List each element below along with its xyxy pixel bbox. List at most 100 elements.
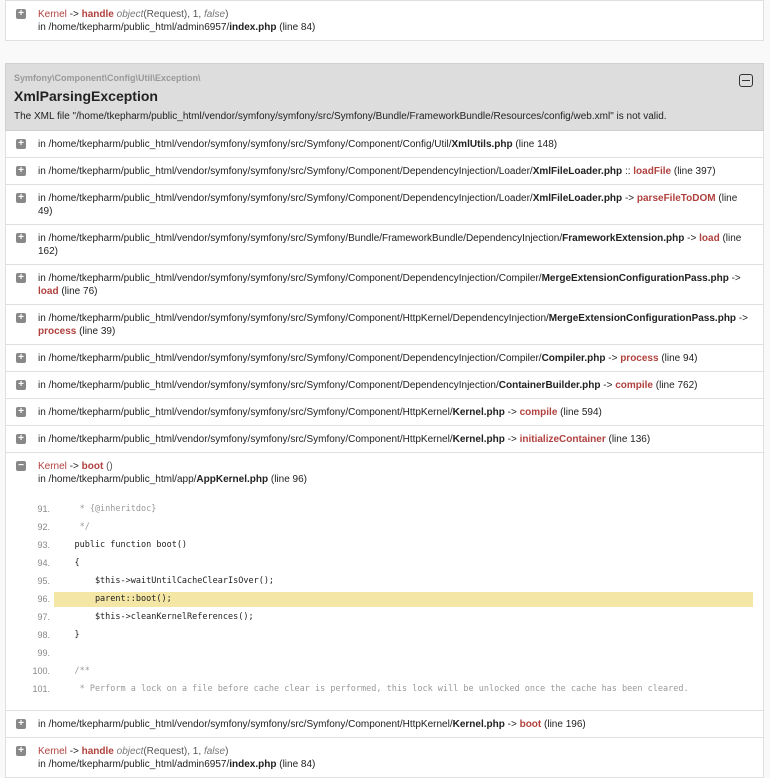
code-line: 101. * Perform a lock on a file before c… [6, 680, 753, 698]
code-line: 92. */ [6, 518, 753, 536]
code-text: public function boot() [54, 539, 188, 550]
function-name: process [620, 353, 659, 364]
code-text: * Perform a lock on a file before cache … [54, 683, 689, 694]
class-name: Kernel [38, 9, 67, 20]
expand-plus-icon[interactable]: + [16, 9, 26, 19]
code-line: 94. { [6, 554, 753, 572]
separator: -> [687, 233, 697, 244]
class-name: Kernel [38, 746, 67, 757]
line-number: (line 136) [608, 434, 651, 445]
separator: :: [624, 166, 631, 177]
line-number: 100. [32, 665, 50, 676]
line-number: (line 762) [655, 380, 698, 391]
separator: -> [69, 746, 79, 757]
function-name: load [699, 233, 720, 244]
function-name: load [38, 286, 59, 297]
code-line: 97. $this->cleanKernelReferences(); [6, 608, 753, 626]
file-dir: in /home/tkepharm/public_html/admin6957/ [38, 759, 230, 770]
trace-row: + in /home/tkepharm/public_html/vendor/s… [6, 131, 763, 158]
collapse-minus-icon[interactable] [739, 74, 753, 87]
trace-row: + in /home/tkepharm/public_html/vendor/s… [6, 372, 763, 399]
file-name: Kernel.php [452, 407, 505, 418]
code-text: $this->cleanKernelReferences(); [54, 611, 254, 622]
separator: -> [624, 193, 635, 204]
exception-namespace: Symfony\Component\Config\Util\Exception\ [14, 73, 201, 83]
code-text: /** [54, 665, 90, 676]
function-name: handle [81, 746, 114, 757]
file-name: Kernel.php [452, 719, 505, 730]
exception-title: XmlParsingException [14, 88, 158, 104]
expand-plus-icon[interactable]: + [16, 407, 26, 417]
expand-plus-icon[interactable]: + [16, 313, 26, 323]
file-dir: in /home/tkepharm/public_html/vendor/sym… [38, 193, 533, 204]
line-number: (line 397) [673, 166, 716, 177]
function-name: boot [519, 719, 542, 730]
function-name: process [38, 326, 77, 337]
line-number: 98. [37, 629, 50, 640]
trace-row: + Kernel -> handle object(Request), 1, f… [6, 1, 763, 40]
line-number: (line 594) [560, 407, 602, 418]
file-name: Kernel.php [452, 434, 505, 445]
line-number: 92. [37, 521, 50, 532]
file-dir: in /home/tkepharm/public_html/vendor/sym… [38, 434, 453, 445]
function-name: boot [81, 461, 104, 472]
expand-plus-icon[interactable]: + [16, 746, 26, 756]
trace-row: + in /home/tkepharm/public_html/vendor/s… [6, 345, 763, 372]
file-dir: in /home/tkepharm/public_html/admin6957/ [38, 22, 230, 33]
expand-plus-icon[interactable]: + [16, 434, 26, 444]
line-number: 91. [37, 503, 50, 514]
file-dir: in /home/tkepharm/public_html/vendor/sym… [38, 166, 533, 177]
file-dir: in /home/tkepharm/public_html/vendor/sym… [38, 407, 453, 418]
file-name: MergeExtensionConfigurationPass.php [548, 313, 737, 324]
file-name: index.php [229, 759, 277, 770]
file-name: AppKernel.php [196, 474, 269, 485]
separator: -> [731, 273, 741, 284]
class-name: Kernel [38, 461, 67, 472]
expand-plus-icon[interactable]: + [16, 193, 26, 203]
expand-plus-icon[interactable]: + [16, 166, 26, 176]
code-line: 91. * {@inheritdoc} [6, 500, 753, 518]
line-number: 94. [37, 557, 50, 568]
line-number: (line 84) [279, 759, 316, 770]
separator: -> [507, 407, 517, 418]
trace-row: + Kernel -> handle object(Request), 1, f… [6, 738, 763, 777]
file-dir: in /home/tkepharm/public_html/vendor/sym… [38, 313, 549, 324]
expand-plus-icon[interactable]: + [16, 273, 26, 283]
code-text: */ [54, 521, 90, 532]
exception-message: The XML file "/home/tkepharm/public_html… [14, 111, 667, 122]
trace-row: + in /home/tkepharm/public_html/vendor/s… [6, 158, 763, 185]
separator: -> [507, 719, 517, 730]
separator: -> [608, 353, 618, 364]
file-dir: in /home/tkepharm/public_html/vendor/sym… [38, 233, 563, 244]
expand-plus-icon[interactable]: + [16, 719, 26, 729]
expand-plus-icon[interactable]: + [16, 233, 26, 243]
line-number: (line 39) [79, 326, 116, 337]
args: object(Request), 1, false) [116, 746, 229, 757]
separator: -> [603, 380, 613, 391]
code-text: $this->waitUntilCacheClearIsOver(); [54, 575, 275, 586]
file-name: XmlUtils.php [451, 139, 513, 150]
expand-plus-icon[interactable]: + [16, 353, 26, 363]
expand-plus-icon[interactable]: + [16, 380, 26, 390]
line-number: (line 96) [270, 474, 308, 485]
line-number: 101. [32, 683, 50, 694]
separator: -> [507, 434, 517, 445]
line-number: 97. [37, 611, 50, 622]
collapse-minus-icon[interactable]: − [16, 461, 26, 471]
expand-plus-icon[interactable]: + [16, 139, 26, 149]
function-name: parseFileToDOM [636, 193, 716, 204]
separator: -> [69, 461, 79, 472]
exception-header: Symfony\Component\Config\Util\Exception\… [5, 63, 764, 131]
code-line: 98. } [6, 626, 753, 644]
file-name: Compiler.php [541, 353, 606, 364]
code-line: 95. $this->waitUntilCacheClearIsOver(); [6, 572, 753, 590]
file-name: MergeExtensionConfigurationPass.php [541, 273, 729, 284]
file-dir: in /home/tkepharm/public_html/vendor/sym… [38, 353, 542, 364]
args: object(Request), 1, false) [116, 9, 229, 20]
trace-row: + in /home/tkepharm/public_html/vendor/s… [6, 426, 763, 453]
code-line: 96. parent::boot(); [6, 590, 753, 608]
line-number: 96. [37, 593, 50, 604]
file-name: XmlFileLoader.php [532, 166, 623, 177]
file-dir: in /home/tkepharm/public_html/app/ [38, 474, 197, 485]
